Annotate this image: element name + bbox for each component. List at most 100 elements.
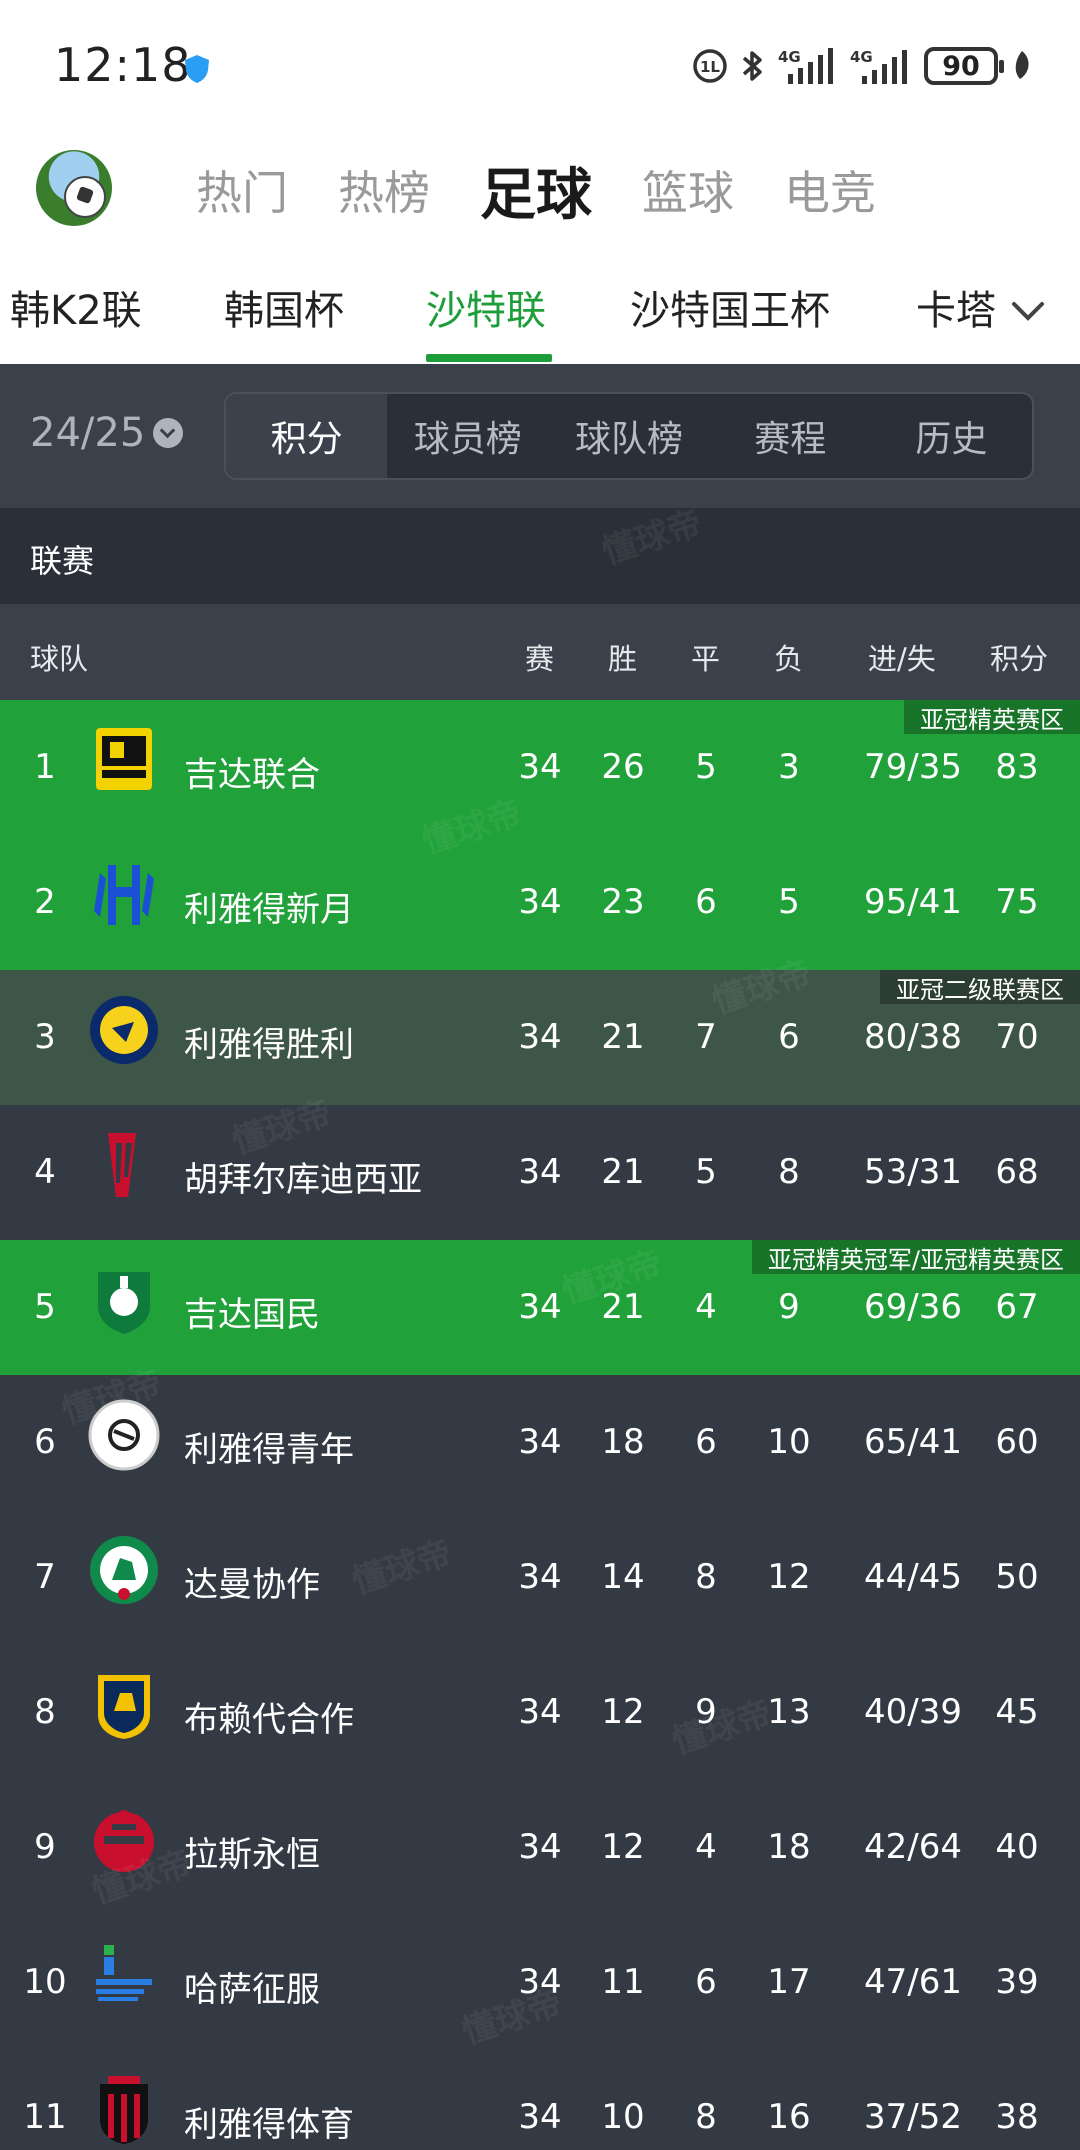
segment-players[interactable]: 球员榜: [387, 394, 548, 478]
season-label: 24/25: [30, 410, 146, 456]
user-avatar[interactable]: [36, 150, 112, 226]
table-row[interactable]: 3 利雅得胜利 34 21 7 6 80/38 70 亚冠二级联赛区: [0, 970, 1080, 1105]
team-played: 34: [518, 1692, 562, 1732]
team-won: 23: [601, 882, 645, 922]
team-name: 利雅得体育: [184, 2105, 354, 2145]
team-draw: 4: [695, 1287, 717, 1327]
team-goals: 47/61: [864, 1962, 962, 2002]
team-points: 83: [995, 747, 1039, 787]
season-selector[interactable]: 24/25: [30, 410, 184, 456]
team-won: 12: [601, 1692, 645, 1732]
zone-tag: 亚冠二级联赛区: [880, 970, 1080, 1004]
tab-esports[interactable]: 电竞: [784, 157, 876, 223]
league-tabs: 韩K2联 韩国杯 沙特联 沙特国王杯 卡塔: [0, 266, 1000, 364]
team-badge-icon: [100, 2076, 148, 2144]
team-draw: 8: [695, 2097, 717, 2137]
team-badge-icon: [108, 1133, 136, 1197]
col-team: 球队: [30, 642, 89, 676]
team-rank: 9: [34, 1827, 56, 1867]
team-badge-icon: [98, 1675, 150, 1739]
team-draw: 4: [695, 1827, 717, 1867]
table-row[interactable]: 4 胡拜尔库迪西亚 34 21 5 8 53/31 68: [0, 1105, 1080, 1240]
table-row[interactable]: 11 利雅得体育 34 10 8 16 37/52 38: [0, 2050, 1080, 2150]
team-goals: 80/38: [864, 1017, 962, 1057]
team-draw: 5: [695, 747, 717, 787]
segment-schedule[interactable]: 赛程: [710, 394, 871, 478]
team-played: 34: [518, 1017, 562, 1057]
section-header: 联赛: [0, 508, 1080, 604]
team-draw: 7: [695, 1017, 717, 1057]
chevron-down-icon[interactable]: [1010, 292, 1046, 328]
team-points: 75: [995, 882, 1039, 922]
col-points: 积分: [990, 642, 1049, 676]
col-draw: 平: [691, 642, 721, 676]
team-badge-icon: [90, 996, 158, 1064]
team-goals: 95/41: [864, 882, 962, 922]
table-row[interactable]: 5 吉达国民 34 21 4 9 69/36 67 亚冠精英冠军/亚冠精英赛区: [0, 1240, 1080, 1375]
segment-teams[interactable]: 球队榜: [548, 394, 709, 478]
team-badge-icon: [98, 1272, 150, 1334]
main-tabs: 热门 热榜 足球 篮球 电竞: [196, 150, 876, 230]
team-lost: 9: [778, 1287, 800, 1327]
team-played: 34: [518, 1152, 562, 1192]
league-tab-qatar[interactable]: 卡塔: [916, 278, 996, 336]
team-points: 40: [995, 1827, 1039, 1867]
team-name: 达曼协作: [184, 1565, 320, 1605]
team-lost: 5: [778, 882, 800, 922]
team-won: 12: [601, 1827, 645, 1867]
team-won: 14: [601, 1557, 645, 1597]
zone-tag: 亚冠精英冠军/亚冠精英赛区: [751, 1240, 1080, 1274]
team-won: 21: [601, 1152, 645, 1192]
team-draw: 5: [695, 1152, 717, 1192]
team-goals: 53/31: [864, 1152, 962, 1192]
league-tab-korea-cup[interactable]: 韩国杯: [224, 278, 344, 336]
team-won: 10: [601, 2097, 645, 2137]
team-goals: 44/45: [864, 1557, 962, 1597]
team-rank: 8: [34, 1692, 56, 1732]
team-points: 45: [995, 1692, 1039, 1732]
team-rank: 2: [34, 882, 56, 922]
segment-standings[interactable]: 积分: [226, 394, 388, 478]
team-badge-icon: [94, 865, 154, 925]
segment-history[interactable]: 历史: [871, 394, 1032, 478]
hd-call-icon: 1L: [693, 49, 727, 83]
team-name: 哈萨征服: [184, 1970, 320, 2010]
table-row[interactable]: 2 利雅得新月 34 23 6 5 95/41 75: [0, 835, 1080, 970]
league-tab-kings-cup[interactable]: 沙特国王杯: [630, 278, 830, 336]
team-played: 34: [518, 1557, 562, 1597]
team-points: 39: [995, 1962, 1039, 2002]
team-badge-icon: [90, 1536, 158, 1604]
signal-4g-secondary-icon: 4G: [850, 48, 907, 84]
signal-4g-icon: 4G: [778, 48, 833, 84]
team-draw: 8: [695, 1557, 717, 1597]
tab-basketball[interactable]: 篮球: [642, 157, 734, 223]
team-name: 吉达国民: [184, 1295, 320, 1335]
svg-text:1L: 1L: [700, 58, 720, 76]
team-name: 利雅得胜利: [184, 1025, 354, 1065]
team-lost: 17: [767, 1962, 811, 2002]
table-row[interactable]: 1 吉达联合 34 26 5 3 79/35 83 亚冠精英赛区: [0, 700, 1080, 835]
team-won: 11: [601, 1962, 645, 2002]
shield-icon: [185, 55, 209, 83]
team-draw: 6: [695, 1422, 717, 1462]
tab-football[interactable]: 足球: [480, 150, 592, 231]
team-goals: 37/52: [864, 2097, 962, 2137]
team-points: 60: [995, 1422, 1039, 1462]
league-tab-k2[interactable]: 韩K2联: [10, 278, 142, 336]
team-name: 布赖代合作: [184, 1700, 354, 1740]
tab-trending[interactable]: 热榜: [338, 157, 430, 223]
tab-hot[interactable]: 热门: [196, 157, 288, 223]
team-rank: 7: [34, 1557, 56, 1597]
filter-bar: 24/25 积分 球员榜 球队榜 赛程 历史: [0, 364, 1080, 508]
svg-text:4G: 4G: [850, 48, 873, 66]
col-goals: 进/失: [868, 642, 936, 676]
col-lost: 负: [774, 642, 804, 676]
table-row[interactable]: 8 布赖代合作 34 12 9 13 40/39 45: [0, 1645, 1080, 1780]
team-points: 68: [995, 1152, 1039, 1192]
team-name: 利雅得青年: [184, 1430, 354, 1470]
league-tab-saudi-league[interactable]: 沙特联: [426, 278, 546, 336]
team-played: 34: [518, 882, 562, 922]
table-row[interactable]: 7 达曼协作 34 14 8 12 44/45 50: [0, 1510, 1080, 1645]
team-lost: 12: [767, 1557, 811, 1597]
team-name: 吉达联合: [184, 755, 320, 795]
